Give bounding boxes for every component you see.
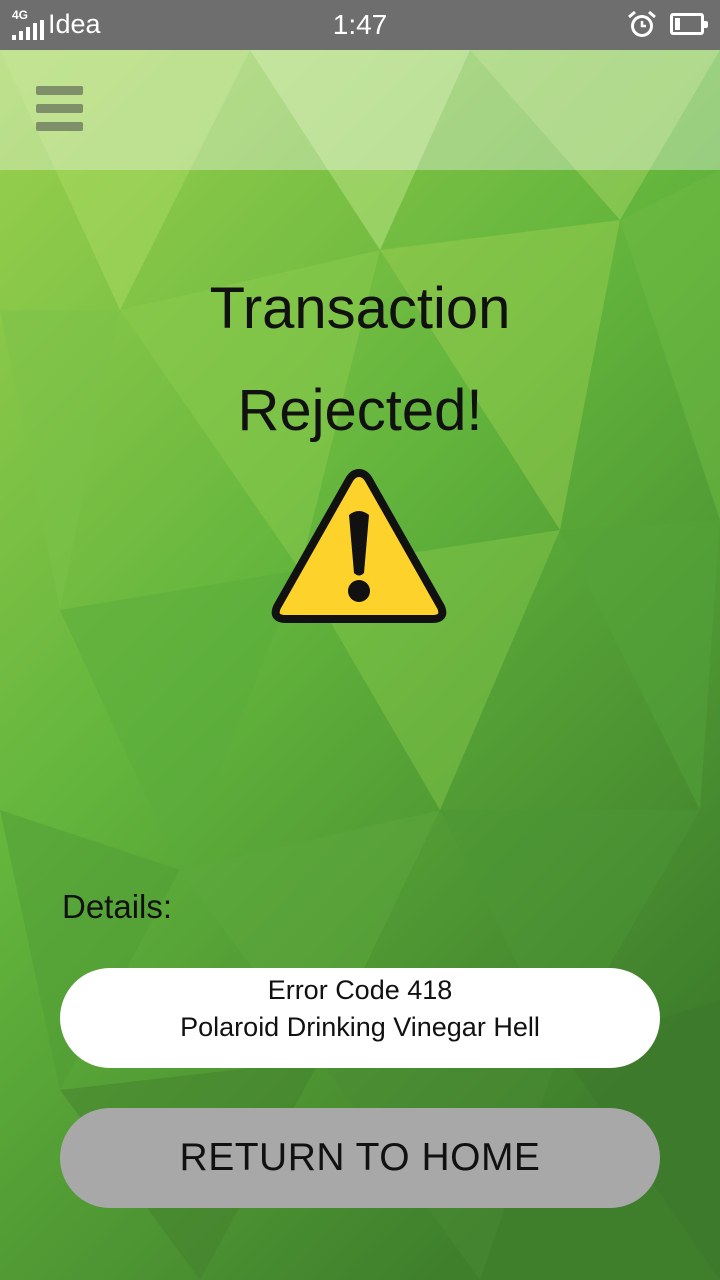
hamburger-menu-icon[interactable] [36, 86, 84, 132]
app-bar [0, 50, 720, 170]
background-pattern [0, 50, 720, 1280]
details-label: Details: [62, 888, 173, 925]
battery-level [675, 18, 680, 30]
battery-icon [670, 13, 708, 35]
error-details-box: Error Code 418 Polaroid Drinking Vinegar… [60, 968, 660, 1068]
error-code: Error Code 418 [267, 975, 453, 1005]
alarm-icon [628, 10, 656, 37]
status-bar: 4G Idea 1:47 [0, 0, 720, 50]
error-message: Polaroid Drinking Vinegar Hell [180, 1012, 540, 1042]
clock: 1:47 [332, 9, 388, 40]
return-to-home-button[interactable]: RETURN TO HOME [60, 1108, 660, 1208]
warning-icon [271, 469, 447, 623]
page-title-line1: Transaction [209, 276, 511, 341]
page-title-line2: Rejected! [237, 378, 483, 443]
